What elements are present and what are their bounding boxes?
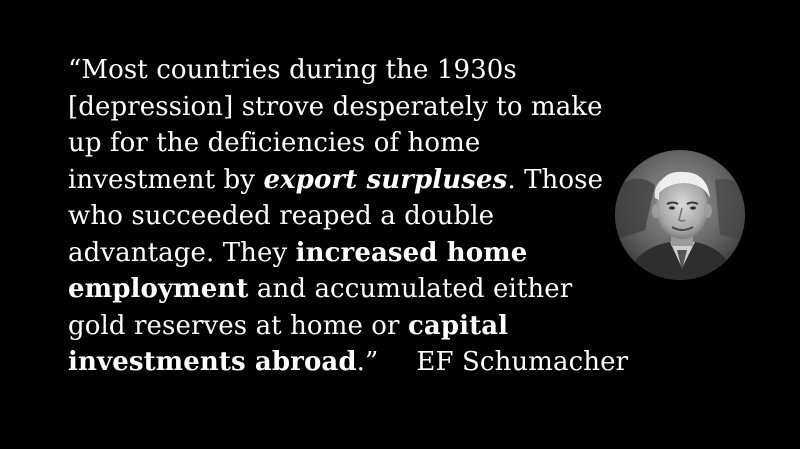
author-name: EF Schumacher — [416, 347, 629, 377]
quote-text-segment: .” — [356, 347, 379, 377]
quote-line-1: “Most countries during the 1930s — [68, 52, 628, 89]
quote-line-3: up for the deficiencies of home — [68, 125, 628, 162]
quote-text-segment: investment by — [68, 164, 264, 195]
quote-text-segment: up for the deficiencies of home — [68, 128, 481, 158]
emphasis-investments-abroad: investments abroad — [68, 347, 357, 377]
quote-line-6: advantage. They increased home — [68, 235, 628, 272]
emphasis-employment: employment — [68, 274, 249, 304]
emphasis-capital: capital — [407, 310, 509, 341]
quote-text-segment: and accumulated either — [248, 274, 573, 304]
quote-line-9: investments abroad.” EF Schumacher — [68, 344, 628, 381]
portrait-photo-icon — [615, 150, 745, 280]
quote-line-4: investment by export surpluses. Those — [68, 162, 628, 199]
quote-text-segment: “Most countries during the 1930s — [68, 55, 517, 85]
quote-text-segment: gold reserves at home or — [68, 310, 408, 341]
quote-text-segment: . Those — [507, 164, 604, 195]
quote-line-5: who succeeded reaped a double — [68, 198, 628, 235]
quote-line-8: gold reserves at home or capital — [68, 308, 628, 345]
quote-text-segment: advantage. They — [68, 237, 296, 268]
quote-line-2: [depression] strove desperately to make — [68, 89, 628, 126]
author-portrait — [615, 150, 745, 280]
quote-text-segment: who succeeded reaped a double — [68, 201, 495, 231]
quote-text-segment: [depression] strove desperately to make — [68, 91, 603, 122]
quote-text: “Most countries during the 1930s [depres… — [68, 52, 628, 381]
emphasis-increased-home: increased home — [295, 237, 528, 268]
quote-line-7: employment and accumulated either — [68, 271, 628, 308]
emphasis-export-surpluses: export surpluses — [263, 164, 508, 195]
